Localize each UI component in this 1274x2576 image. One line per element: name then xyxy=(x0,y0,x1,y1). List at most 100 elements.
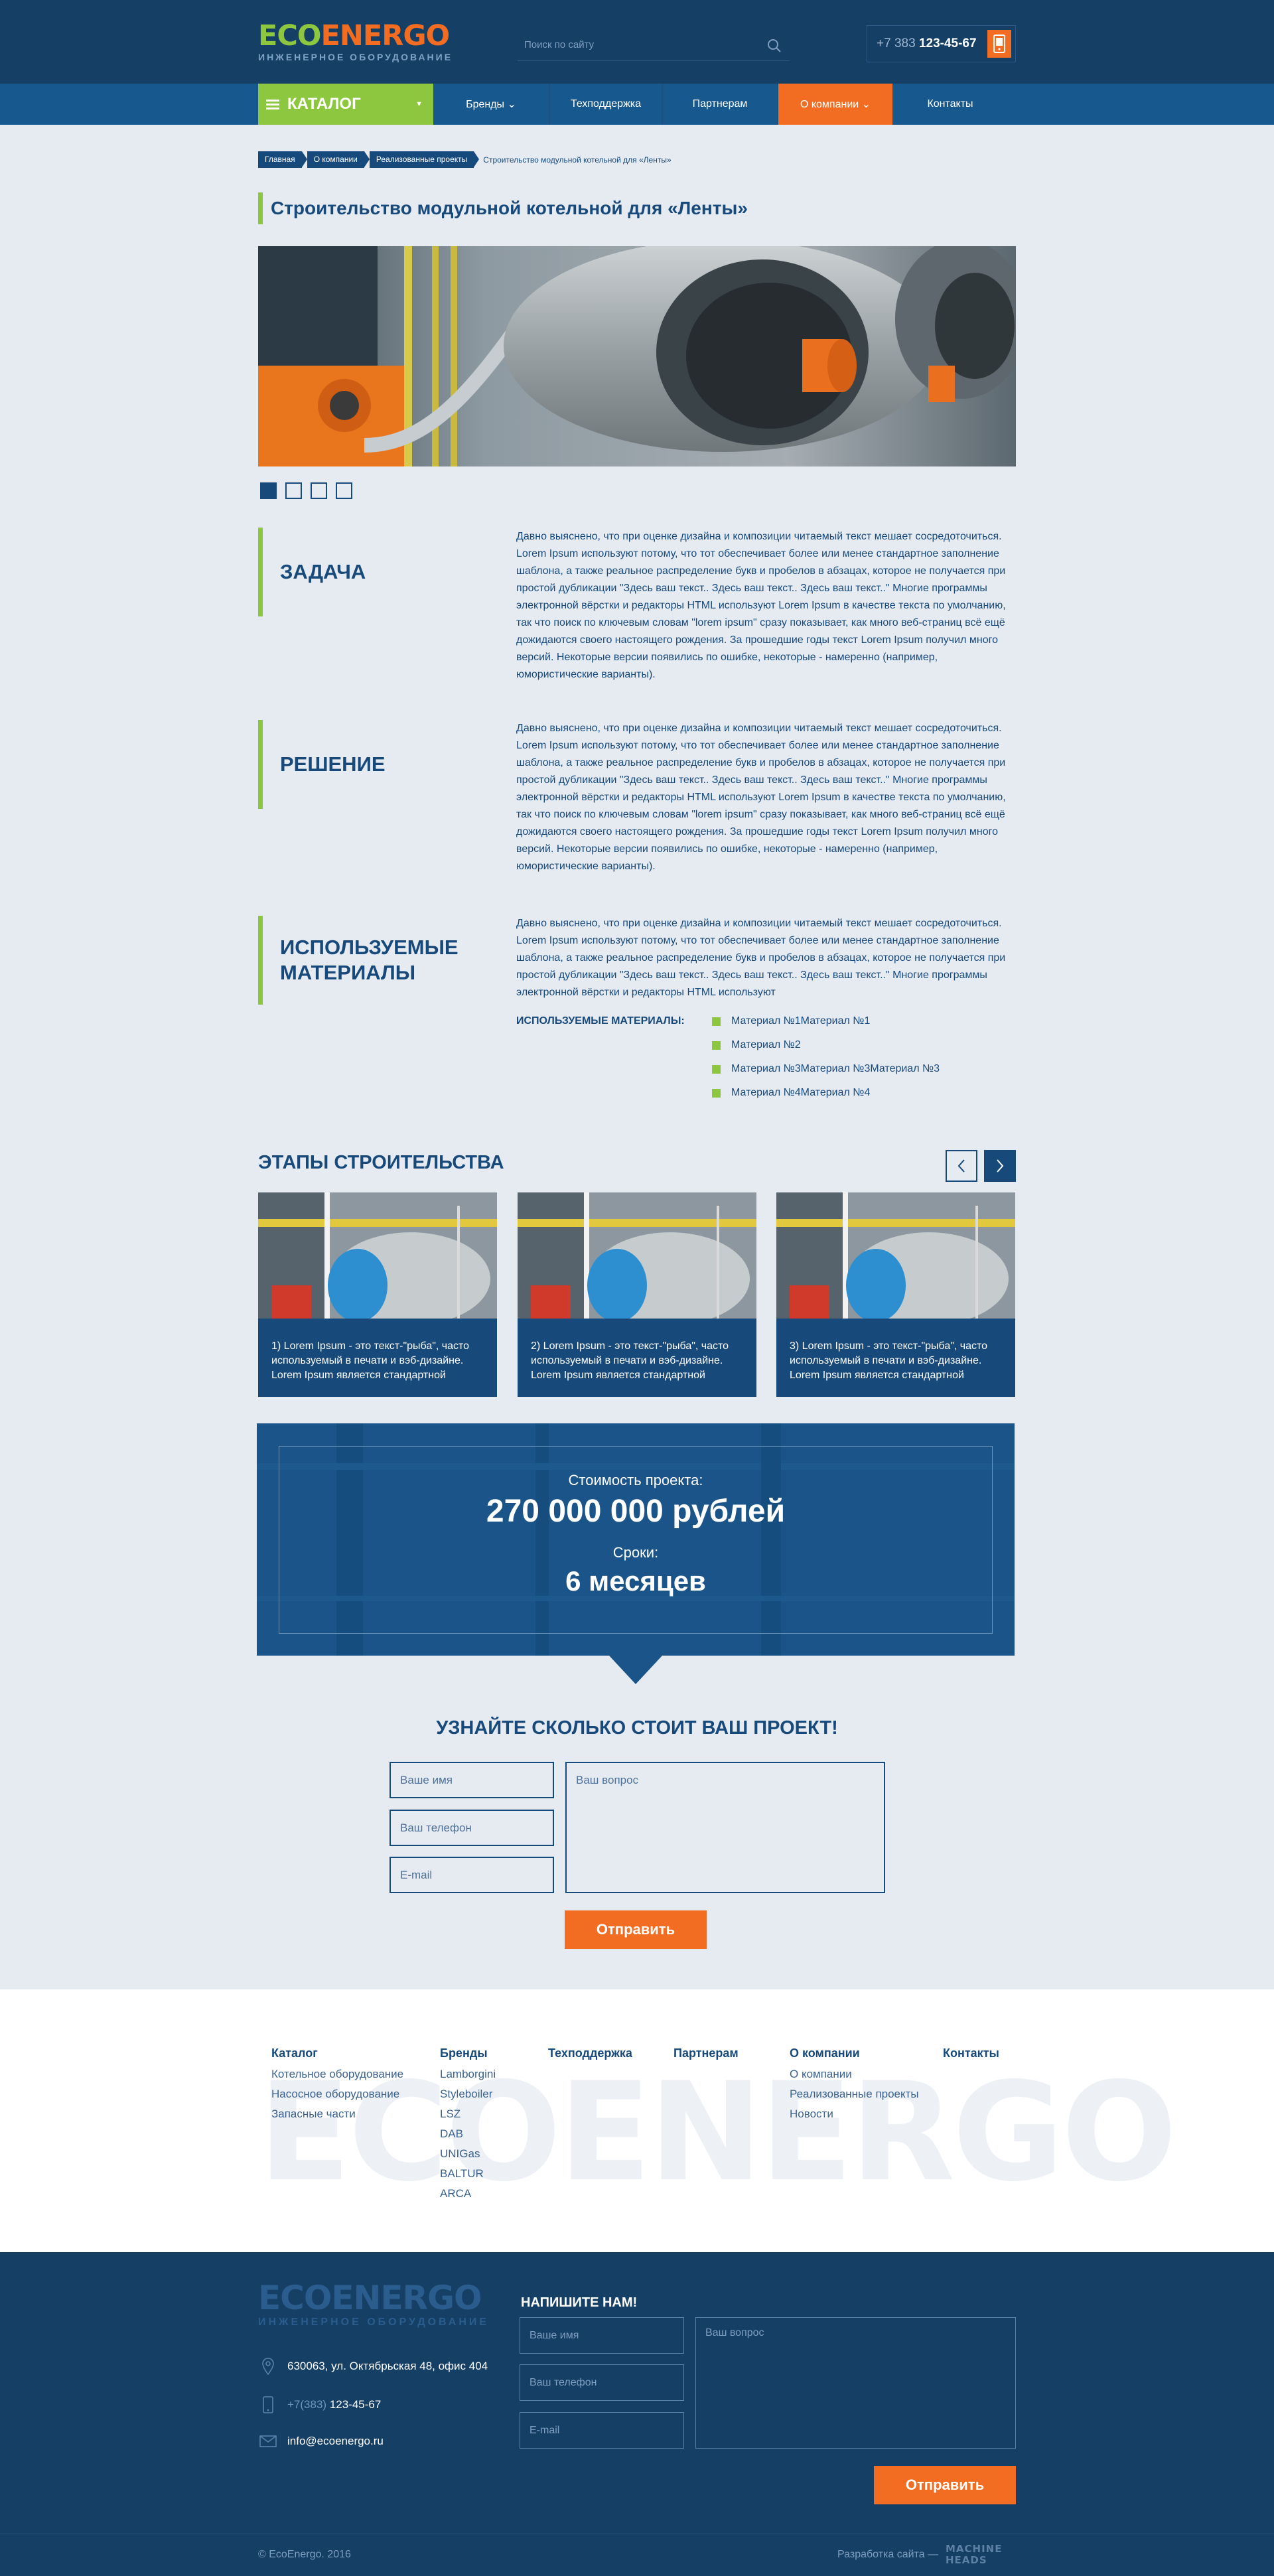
phone-field[interactable] xyxy=(389,1810,554,1846)
developer-label: Разработка сайта — xyxy=(837,2549,939,2560)
stage-photo xyxy=(518,1192,756,1325)
footer-col-contacts: Контакты xyxy=(943,2046,999,2064)
chevron-left-icon xyxy=(957,1159,965,1173)
footer-link[interactable]: Lamborgini xyxy=(440,2064,496,2084)
footer-col-heading[interactable]: Контакты xyxy=(943,2046,999,2060)
footer-col-heading[interactable]: Партнерам xyxy=(673,2046,739,2060)
footer-link[interactable]: UNIGas xyxy=(440,2144,496,2164)
footer-phone[interactable]: +7(383) 123-45-67 xyxy=(258,2395,381,2415)
footer-col-about: О компании О компании Реализованные прое… xyxy=(790,2046,919,2124)
search-input[interactable] xyxy=(518,29,790,60)
footer-col-heading[interactable]: Каталог xyxy=(271,2046,403,2060)
search-icon[interactable] xyxy=(767,38,782,53)
main-nav: КАТАЛОГ ▼ Бренды ⌄ Техподдержка Партнера… xyxy=(0,84,1274,125)
write-us-title: НАПИШИТЕ НАМ! xyxy=(521,2295,638,2310)
phone-number: 123-45-67 xyxy=(918,36,977,50)
nav-item-contacts[interactable]: Контакты xyxy=(892,84,1008,125)
footer-email-field[interactable] xyxy=(520,2412,684,2449)
slider-dot[interactable] xyxy=(260,482,277,499)
footer-phone-prefix: +7(383) xyxy=(287,2398,327,2411)
name-field[interactable] xyxy=(389,1762,554,1798)
footer-link[interactable]: BALTUR xyxy=(440,2164,496,2184)
footer-link[interactable]: ARCA xyxy=(440,2184,496,2204)
mail-icon xyxy=(258,2431,278,2451)
question-field[interactable] xyxy=(565,1762,885,1893)
section-materials-heading: ИСПОЛЬЗУЕМЫЕ МАТЕРИАЛЫ xyxy=(258,916,497,1005)
footer-col-heading[interactable]: Техподдержка xyxy=(548,2046,632,2060)
page-title: Строительство модульной котельной для «Л… xyxy=(258,192,748,224)
term-label: Сроки: xyxy=(612,1544,659,1561)
footer-link[interactable]: LSZ xyxy=(440,2104,496,2124)
cost-frame: Стоимость проекта: 270 000 000 рублей Ср… xyxy=(279,1446,993,1634)
footer-submit-button[interactable]: Отправить xyxy=(874,2466,1016,2504)
slider-dots xyxy=(260,482,361,499)
nav-item-brands[interactable]: Бренды ⌄ xyxy=(433,84,550,125)
footer-link[interactable]: Styleboiler xyxy=(440,2084,496,2104)
email-field[interactable] xyxy=(389,1857,554,1893)
list-item: Материал №1Материал №1 xyxy=(712,1015,940,1039)
header-phone[interactable]: +7 383 123-45-67 xyxy=(867,25,1016,62)
site-footer: ECOENERGO ИНЖЕНЕРНОЕ ОБОРУДОВАНИЕ 630063… xyxy=(0,2252,1274,2534)
section-materials-text: Давно выяснено, что при оценке дизайна и… xyxy=(516,918,1006,998)
footer-logo-subtitle: ИНЖЕНЕРНОЕ ОБОРУДОВАНИЕ xyxy=(258,2317,490,2328)
footer-link[interactable]: Насосное оборудование xyxy=(271,2084,403,2104)
menu-icon xyxy=(266,99,279,109)
breadcrumb-projects[interactable]: Реализованные проекты xyxy=(369,151,480,168)
nav-item-about[interactable]: О компании ⌄ xyxy=(778,84,892,125)
form-title: УЗНАЙТЕ СКОЛЬКО СТОИТ ВАШ ПРОЕКТ! xyxy=(436,1717,838,1739)
logo-subtitle: ИНЖЕНЕРНОЕ ОБОРУДОВАНИЕ xyxy=(258,52,453,62)
slider-dot[interactable] xyxy=(311,482,327,499)
footer-phone-field[interactable] xyxy=(520,2364,684,2401)
footer-col-heading[interactable]: О компании xyxy=(790,2046,919,2060)
footer-link[interactable]: Новости xyxy=(790,2104,919,2124)
breadcrumb-home[interactable]: Главная xyxy=(258,151,307,168)
footer-link[interactable]: Запасные части xyxy=(271,2104,403,2124)
project-photo xyxy=(258,246,1016,466)
stage-text: 1) Lorem Ipsum - это текст-"рыба", часто… xyxy=(271,1340,470,1381)
phone-icon xyxy=(258,2395,278,2415)
logo[interactable]: ECOENERGO ИНЖЕНЕРНОЕ ОБОРУДОВАНИЕ xyxy=(258,21,453,62)
copyright-bar: © EcoEnergo. 2016 Разработка сайта — MAC… xyxy=(0,2534,1274,2576)
nav-item-support[interactable]: Техподдержка xyxy=(550,84,663,125)
stage-card[interactable]: 3) Lorem Ipsum - это текст-"рыба", часто… xyxy=(776,1192,1015,1397)
stage-text: 2) Lorem Ipsum - это текст-"рыба", часто… xyxy=(531,1340,729,1381)
footer-logo[interactable]: ECOENERGO ИНЖЕНЕРНОЕ ОБОРУДОВАНИЕ xyxy=(258,2281,489,2328)
cost-label: Стоимость проекта: xyxy=(568,1472,703,1488)
footer-link[interactable]: Реализованные проекты xyxy=(790,2084,919,2104)
footer-col-heading[interactable]: Бренды xyxy=(440,2046,496,2060)
footer-link[interactable]: О компании xyxy=(790,2064,919,2084)
footer-col-brands: Бренды Lamborgini Styleboiler LSZ DAB UN… xyxy=(440,2046,496,2204)
stages-title: ЭТАПЫ СТРОИТЕЛЬСТВА xyxy=(258,1152,504,1173)
stage-card[interactable]: 1) Lorem Ipsum - это текст-"рыба", часто… xyxy=(258,1192,497,1397)
footer-name-field[interactable] xyxy=(520,2317,684,2354)
footer-link[interactable]: DAB xyxy=(440,2124,496,2144)
site-header: ECOENERGO ИНЖЕНЕРНОЕ ОБОРУДОВАНИЕ +7 383… xyxy=(0,0,1274,84)
stage-photo xyxy=(776,1192,1015,1325)
carousel-next-button[interactable] xyxy=(984,1150,1016,1182)
email-text: info@ecoenergo.ru xyxy=(287,2435,384,2447)
catalog-button[interactable]: КАТАЛОГ ▼ xyxy=(258,84,433,125)
slider-dot[interactable] xyxy=(285,482,302,499)
list-item: Материал №3Материал №3Материал №3 xyxy=(712,1063,940,1087)
stage-card[interactable]: 2) Lorem Ipsum - это текст-"рыба", часто… xyxy=(518,1192,756,1397)
submit-button[interactable]: Отправить xyxy=(565,1910,707,1949)
cost-value: 270 000 000 рублей xyxy=(486,1494,786,1529)
nav-item-partners[interactable]: Партнерам xyxy=(663,84,778,125)
breadcrumb-about[interactable]: О компании xyxy=(307,151,370,168)
carousel-prev-button[interactable] xyxy=(946,1150,977,1182)
footer-email[interactable]: info@ecoenergo.ru xyxy=(258,2431,384,2451)
section-task-heading: ЗАДАЧА xyxy=(258,528,366,616)
list-item: Материал №2 xyxy=(712,1039,940,1063)
section-solution-text: Давно выяснено, что при оценке дизайна и… xyxy=(516,723,1006,872)
footer-col-support: Техподдержка xyxy=(548,2046,632,2064)
footer-link[interactable]: Котельное оборудование xyxy=(271,2064,403,2084)
footer-logo-word: ECOENERGO xyxy=(258,2279,482,2317)
phone-prefix: +7 383 xyxy=(877,36,916,50)
catalog-label: КАТАЛОГ xyxy=(287,95,361,113)
chevron-right-icon xyxy=(997,1159,1004,1173)
footer-phone-number: 123-45-67 xyxy=(329,2398,382,2411)
developer-logo[interactable]: MACHINE HEADS xyxy=(946,2543,1019,2566)
footer-col-partners: Партнерам xyxy=(673,2046,739,2064)
footer-question-field[interactable] xyxy=(695,2317,1016,2449)
slider-dot[interactable] xyxy=(336,482,352,499)
